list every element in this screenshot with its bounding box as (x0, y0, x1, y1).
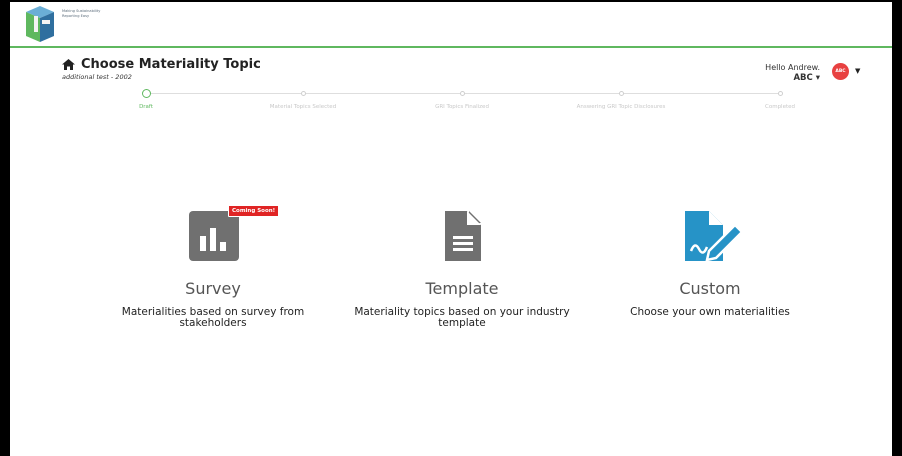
stepper-dot-draft (142, 89, 151, 98)
user-menu[interactable]: Hello Andrew. ABC ▾ (765, 63, 820, 83)
page-subtitle: additional test - 2002 (62, 73, 132, 81)
step-label-answering: Answering GRI Topic Disclosures (576, 104, 666, 110)
edit-document-icon (685, 211, 743, 262)
coming-soon-badge: Coming Soon! (228, 205, 280, 217)
logo-tagline: Making Sustainability Reporting Easy (62, 9, 101, 18)
stepper-dot-gri (460, 91, 465, 96)
template-option-card[interactable]: Template Materiality topics based on you… (342, 205, 582, 329)
page-title: Choose Materiality Topic (62, 57, 261, 72)
org-selector[interactable]: ABC ▾ (765, 73, 820, 83)
survey-icon-wrap: Coming Soon! (93, 205, 333, 267)
custom-option-card[interactable]: Custom Choose your own materialities (590, 205, 830, 318)
template-title: Template (425, 279, 499, 298)
top-bar: Making Sustainability Reporting Easy (10, 2, 892, 48)
avatar-caret-icon[interactable]: ▼ (855, 67, 860, 75)
survey-description: Materialities based on survey from stake… (121, 306, 305, 329)
stepper-dot-completed (778, 91, 783, 96)
survey-option-card[interactable]: Coming Soon! Survey Materialities based … (93, 205, 333, 329)
chevron-down-icon: ▾ (815, 73, 820, 83)
template-icon-wrap (342, 205, 582, 267)
step-label-completed: Completed (765, 104, 795, 110)
bar-chart-icon (189, 211, 239, 261)
template-description: Materiality topics based on your industr… (354, 306, 570, 329)
step-label-material: Material Topics Selected (269, 104, 337, 110)
custom-description: Choose your own materialities (630, 306, 790, 318)
avatar[interactable]: ABC (832, 63, 849, 80)
custom-title: Custom (679, 279, 741, 298)
page-title-text: Choose Materiality Topic (81, 57, 261, 72)
user-greeting: Hello Andrew. (765, 63, 820, 72)
stepper-dot-answering (619, 91, 624, 96)
survey-title: Survey (185, 279, 241, 298)
document-icon (445, 211, 481, 261)
home-icon[interactable] (62, 59, 75, 70)
step-label-draft: Draft (139, 104, 153, 110)
stepper-dot-material (301, 91, 306, 96)
avatar-text: ABC (835, 69, 846, 74)
org-name: ABC (793, 73, 813, 83)
custom-icon-wrap (590, 205, 830, 267)
step-label-gri: GRI Topics Finalized (435, 104, 489, 110)
